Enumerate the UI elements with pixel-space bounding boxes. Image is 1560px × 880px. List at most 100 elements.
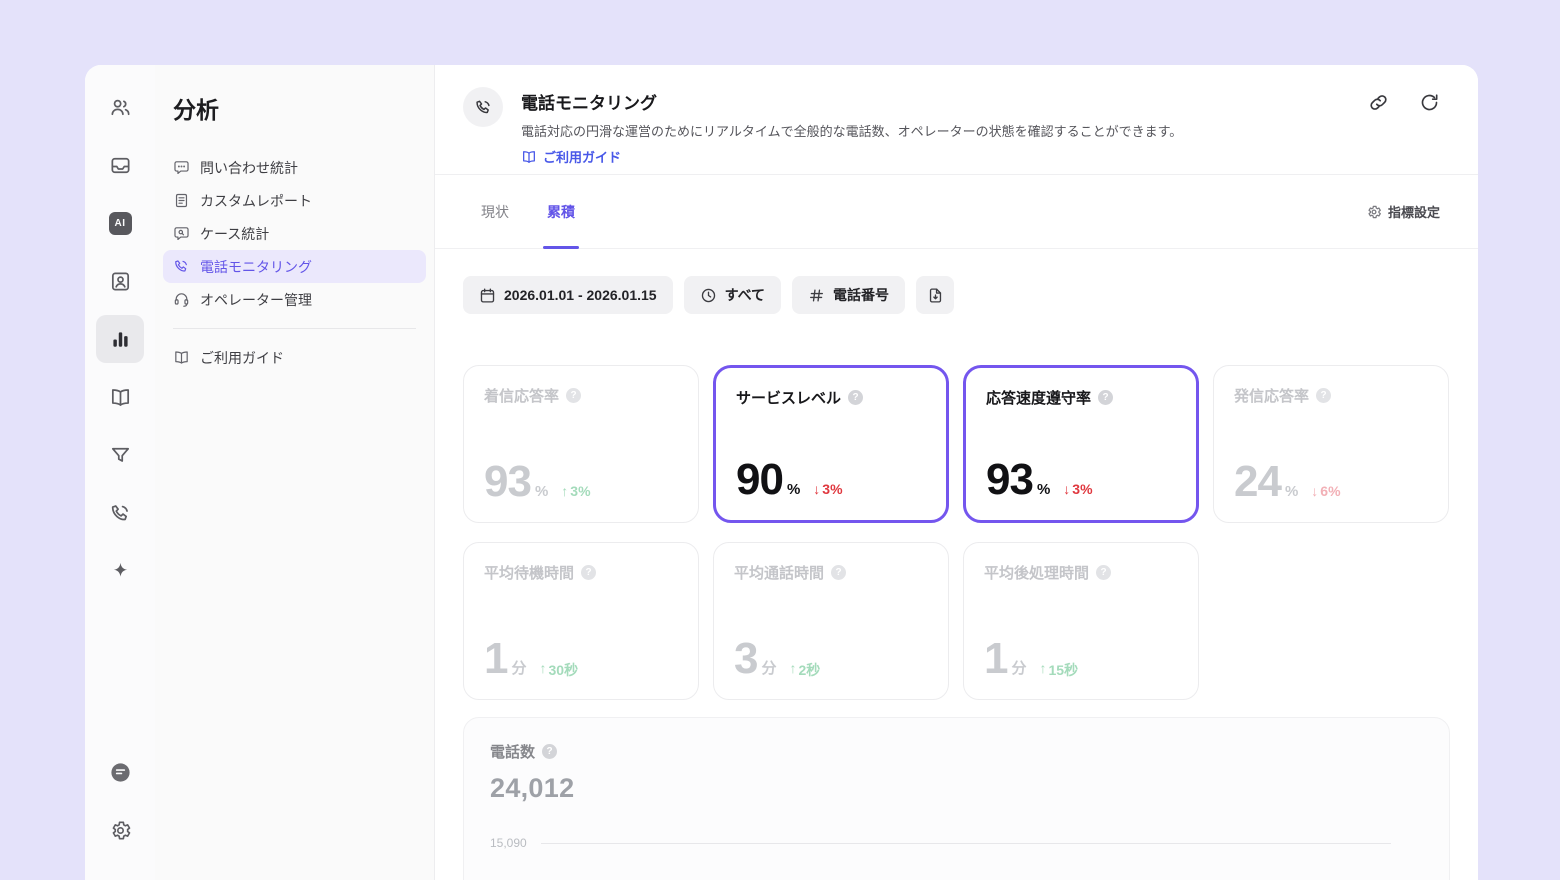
phone-icon — [173, 258, 190, 275]
arrow-down-icon: ↓ — [813, 481, 820, 497]
gear-icon — [109, 819, 132, 842]
usage-guide-link-label: ご利用ガイド — [543, 147, 621, 166]
sidebar-divider — [173, 328, 416, 329]
phone-number-filter-label: 電話番号 — [833, 285, 889, 305]
kpi-value: 1 — [484, 637, 507, 681]
sidebar-item-user-guide[interactable]: ご利用ガイド — [163, 341, 426, 374]
kpi-title: 着信応答率 — [484, 385, 559, 406]
kpi-title-row: 平均後処理時間 ? — [984, 562, 1178, 583]
kpi-title: サービスレベル — [736, 387, 841, 408]
kpi-unit: % — [1037, 481, 1050, 498]
help-icon[interactable]: ? — [831, 565, 846, 580]
kpi-card-average-after-call-work-time[interactable]: 平均後処理時間 ? 1 分 ↑15秒 — [963, 542, 1199, 700]
kpi-title: 発信応答率 — [1234, 385, 1309, 406]
phone-icon — [474, 98, 493, 117]
kpi-value: 1 — [984, 637, 1007, 681]
sidebar-title: 分析 — [163, 87, 426, 151]
kpi-card-answer-speed-compliance[interactable]: 応答速度遵守率 ? 93 % ↓3% — [963, 365, 1199, 523]
sidebar-item-phone-monitoring[interactable]: 電話モニタリング — [163, 250, 426, 283]
kpi-card-service-level[interactable]: サービスレベル ? 90 % ↓3% — [713, 365, 949, 523]
kpi-value-row: 93 % ↓3% — [986, 458, 1176, 502]
rail-item-settings[interactable] — [96, 806, 144, 854]
rail-item-teammates[interactable] — [96, 83, 144, 131]
kpi-grid: 着信応答率 ? 93 % ↑3% サービスレベル ? 90 % ↓3% — [435, 314, 1478, 700]
kpi-unit: 分 — [1011, 657, 1026, 678]
copy-link-button[interactable] — [1368, 92, 1389, 113]
kpi-title-row: サービスレベル ? — [736, 387, 926, 408]
help-icon[interactable]: ? — [1098, 390, 1113, 405]
users-icon — [109, 96, 132, 119]
page-header: 電話モニタリング 電話対応の円滑な運営のためにリアルタイムで全般的な電話数、オペ… — [435, 65, 1478, 175]
kpi-title: 平均後処理時間 — [984, 562, 1089, 583]
kpi-value: 93 — [986, 458, 1033, 502]
phone-number-filter[interactable]: 電話番号 — [792, 276, 905, 314]
rail-bottom-group — [96, 748, 144, 864]
chart-gridline — [541, 843, 1391, 844]
header-texts: 電話モニタリング 電話対応の円滑な運営のためにリアルタイムで全般的な電話数、オペ… — [521, 87, 1182, 174]
help-icon[interactable]: ? — [542, 744, 557, 759]
delta-value: 15秒 — [1049, 660, 1079, 680]
tab-current-status[interactable]: 現状 — [481, 175, 509, 248]
delta-value: 30秒 — [549, 660, 579, 680]
book-icon — [109, 386, 132, 409]
time-filter[interactable]: すべて — [684, 276, 781, 314]
page-title: 電話モニタリング — [521, 89, 1182, 114]
page-description: 電話対応の円滑な運営のためにリアルタイムで全般的な電話数、オペレーターの状態を確… — [521, 121, 1182, 140]
arrow-down-icon: ↓ — [1063, 481, 1070, 497]
kpi-unit: % — [535, 483, 548, 500]
help-icon[interactable]: ? — [566, 388, 581, 403]
metric-settings-button[interactable]: 指標設定 — [1366, 202, 1440, 221]
kpi-value: 24 — [1234, 460, 1281, 504]
arrow-up-icon: ↑ — [790, 660, 797, 680]
kpi-delta: ↑15秒 — [1040, 660, 1079, 680]
kpi-card-average-call-time[interactable]: 平均通話時間 ? 3 分 ↑2秒 — [713, 542, 949, 700]
help-icon[interactable]: ? — [1316, 388, 1331, 403]
kpi-value: 3 — [734, 637, 757, 681]
kpi-card-average-wait-time[interactable]: 平均待機時間 ? 1 分 ↑30秒 — [463, 542, 699, 700]
sidebar-item-label: 電話モニタリング — [200, 257, 312, 277]
sidebar-item-custom-report[interactable]: カスタムレポート — [163, 184, 426, 217]
delta-value: 2秒 — [799, 660, 821, 680]
delta-value: 3% — [570, 483, 590, 499]
rail-item-ai[interactable]: AI — [96, 199, 144, 247]
date-range-filter[interactable]: 2026.01.01 - 2026.01.15 — [463, 276, 673, 314]
help-icon[interactable]: ? — [1096, 565, 1111, 580]
kpi-value: 90 — [736, 458, 783, 502]
rail-item-assistant[interactable] — [96, 547, 144, 595]
rail-item-phone[interactable] — [96, 489, 144, 537]
rail-item-inbox[interactable] — [96, 141, 144, 189]
contact-card-icon — [109, 270, 132, 293]
kpi-value-row: 93 % ↑3% — [484, 460, 678, 504]
sidebar-item-case-stats[interactable]: ケース統計 — [163, 217, 426, 250]
case-search-icon — [173, 225, 190, 242]
book-icon — [173, 349, 190, 366]
help-icon[interactable]: ? — [581, 565, 596, 580]
file-download-icon — [927, 287, 944, 304]
rail-item-contacts[interactable] — [96, 257, 144, 305]
kpi-card-outgoing-answer-rate[interactable]: 発信応答率 ? 24 % ↓6% — [1213, 365, 1449, 523]
refresh-icon — [1419, 92, 1440, 113]
rail-item-docs[interactable] — [96, 373, 144, 421]
delta-value: 6% — [1320, 483, 1340, 499]
kpi-title: 平均通話時間 — [734, 562, 824, 583]
kpi-delta: ↑3% — [561, 483, 590, 499]
refresh-button[interactable] — [1419, 92, 1440, 113]
rail-item-filter[interactable] — [96, 431, 144, 479]
sidebar-item-inquiry-stats[interactable]: 問い合わせ統計 — [163, 151, 426, 184]
date-range-label: 2026.01.01 - 2026.01.15 — [504, 287, 657, 303]
rail-item-app-logo[interactable] — [96, 748, 144, 796]
main-content: 電話モニタリング 電話対応の円滑な運営のためにリアルタイムで全般的な電話数、オペ… — [435, 65, 1478, 880]
kpi-unit: 分 — [511, 657, 526, 678]
usage-guide-link[interactable]: ご利用ガイド — [521, 147, 1182, 166]
chart-axis-row: 15,090 — [490, 836, 1423, 850]
document-icon — [173, 192, 190, 209]
export-button[interactable] — [916, 276, 954, 314]
app-logo-icon — [109, 761, 132, 784]
tab-cumulative[interactable]: 累積 — [547, 175, 575, 248]
kpi-card-incoming-answer-rate[interactable]: 着信応答率 ? 93 % ↑3% — [463, 365, 699, 523]
help-icon[interactable]: ? — [848, 390, 863, 405]
kpi-title: 応答速度遵守率 — [986, 387, 1091, 408]
rail-item-analytics[interactable] — [96, 315, 144, 363]
sparkle-icon — [109, 560, 132, 583]
sidebar-item-operator-management[interactable]: オペレーター管理 — [163, 283, 426, 316]
